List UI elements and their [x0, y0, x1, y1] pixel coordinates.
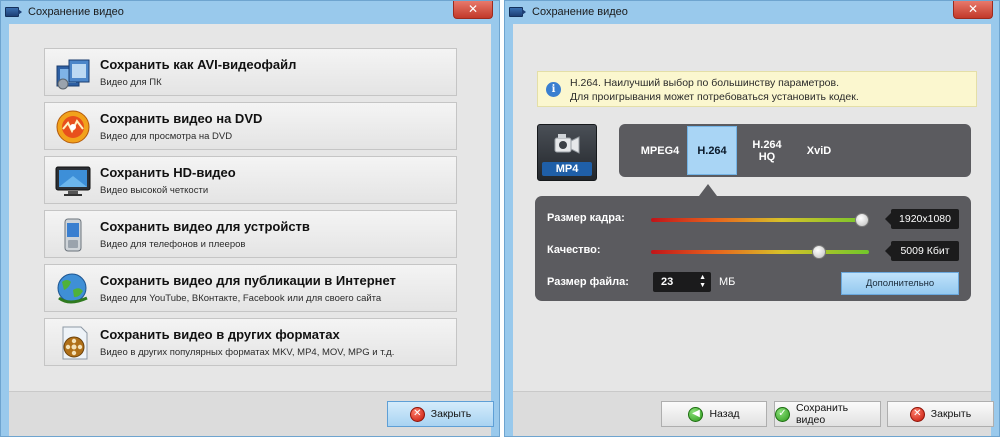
option-subtitle: Видео в других популярных форматах MKV, … — [100, 347, 395, 358]
window-close-button[interactable]: ✕ — [953, 1, 993, 19]
codec-option-h264-hq[interactable]: H.264 HQ — [741, 126, 793, 175]
save-video-window-right: Сохранение видео ✕ i H.264. Наилучший вы… — [504, 0, 1000, 437]
avi-film-icon — [56, 59, 90, 90]
window-content: i H.264. Наилучший выбор по большинству … — [513, 24, 994, 436]
info-line-1: H.264. Наилучший выбор по большинству па… — [570, 77, 840, 89]
option-subtitle: Видео для телефонов и плееров — [100, 239, 246, 250]
save-video-window-left: Сохранение видео ✕ Сохранить как AVI-вид… — [0, 0, 500, 437]
bottom-bar: ✕ Закрыть — [9, 391, 494, 436]
quality-label: Качество: — [547, 244, 601, 256]
frame-size-label: Размер кадра: — [547, 212, 625, 224]
codec-option-h264[interactable]: H.264 — [687, 126, 737, 175]
close-button[interactable]: ✕ Закрыть — [887, 401, 994, 427]
save-video-button[interactable]: ✓ Сохранить видео — [774, 401, 881, 427]
file-size-label: Размер файла: — [547, 276, 629, 288]
info-icon: i — [546, 82, 561, 97]
advanced-button[interactable]: Дополнительно — [841, 272, 959, 295]
quality-slider-handle[interactable] — [812, 245, 827, 259]
check-icon: ✓ — [775, 406, 790, 422]
save-video-button-label: Сохранить видео — [795, 402, 849, 426]
close-button[interactable]: ✕ Закрыть — [387, 401, 494, 427]
option-subtitle: Видео для просмотра на DVD — [100, 131, 233, 142]
close-button-label: Закрыть — [430, 408, 472, 420]
back-arrow-icon: ◀ — [688, 406, 704, 422]
quality-value: 5009 Кбит — [885, 241, 959, 261]
window-content: Сохранить как AVI-видеофайл Видео для ПК… — [9, 24, 494, 436]
video-camera-icon — [509, 7, 526, 17]
option-subtitle: Видео высокой четкости — [100, 185, 209, 196]
file-size-value: 23 — [661, 276, 674, 288]
option-save-internet[interactable]: Сохранить видео для публикации в Интерне… — [44, 264, 457, 312]
dvd-disc-icon — [56, 110, 90, 144]
codec-pointer-arrow — [699, 184, 717, 196]
frame-size-slider[interactable] — [651, 218, 869, 222]
option-subtitle: Видео для ПК — [100, 77, 162, 88]
mp4-label: MP4 — [542, 162, 592, 176]
frame-size-slider-handle[interactable] — [855, 213, 869, 227]
option-save-hd[interactable]: Сохранить HD-видео Видео высокой четкост… — [44, 156, 457, 204]
titlebar: Сохранение видео ✕ — [1, 1, 499, 23]
window-title: Сохранение видео — [28, 6, 124, 18]
file-size-spinner[interactable]: 23 ▲ ▼ — [653, 272, 711, 292]
option-title: Сохранить видео на DVD — [100, 111, 263, 126]
option-title: Сохранить видео для устройств — [100, 219, 310, 234]
option-title: Сохранить видео в других форматах — [100, 327, 340, 342]
codec-option-xvid[interactable]: XviD — [799, 126, 839, 175]
titlebar: Сохранение видео ✕ — [505, 1, 999, 23]
window-title: Сохранение видео — [532, 6, 628, 18]
back-button[interactable]: ◀ Назад — [661, 401, 767, 427]
window-close-button[interactable]: ✕ — [453, 1, 493, 19]
file-size-unit: МБ — [719, 276, 736, 288]
option-title: Сохранить видео для публикации в Интерне… — [100, 273, 396, 288]
frame-size-value: 1920x1080 — [885, 209, 959, 229]
film-reel-document-icon — [62, 326, 88, 360]
phone-device-icon — [64, 218, 82, 252]
codec-info-box: i H.264. Наилучший выбор по большинству … — [537, 71, 977, 107]
mp4-format-badge[interactable]: MP4 — [537, 124, 597, 181]
settings-panel: Размер кадра: 1920x1080 Качество: 5009 К… — [535, 196, 971, 301]
info-line-2: Для проигрывания может потребоваться уст… — [570, 91, 859, 103]
spinner-arrows-icon[interactable]: ▲ ▼ — [699, 274, 706, 290]
option-subtitle: Видео для YouTube, ВКонтакте, Facebook и… — [100, 293, 382, 304]
close-button-label: Закрыть — [930, 408, 972, 420]
hd-monitor-icon — [55, 166, 91, 196]
bottom-bar: ◀ Назад ✓ Сохранить видео ✕ Закрыть — [513, 391, 994, 436]
quality-slider[interactable] — [651, 250, 869, 254]
option-title: Сохранить HD-видео — [100, 165, 236, 180]
video-camera-icon — [554, 134, 580, 154]
globe-internet-icon — [57, 273, 88, 304]
close-circle-icon: ✕ — [409, 406, 425, 422]
option-save-other-formats[interactable]: Сохранить видео в других форматах Видео … — [44, 318, 457, 366]
option-save-dvd[interactable]: Сохранить видео на DVD Видео для просмот… — [44, 102, 457, 150]
codec-option-mpeg4[interactable]: MPEG4 — [633, 126, 687, 175]
option-save-avi[interactable]: Сохранить как AVI-видеофайл Видео для ПК — [44, 48, 457, 96]
option-title: Сохранить как AVI-видеофайл — [100, 57, 297, 72]
option-save-devices[interactable]: Сохранить видео для устройств Видео для … — [44, 210, 457, 258]
close-circle-icon: ✕ — [909, 406, 925, 422]
video-camera-icon — [5, 7, 22, 17]
back-button-label: Назад — [709, 408, 740, 420]
codec-selector: MPEG4 H.264 H.264 HQ XviD — [619, 124, 971, 177]
